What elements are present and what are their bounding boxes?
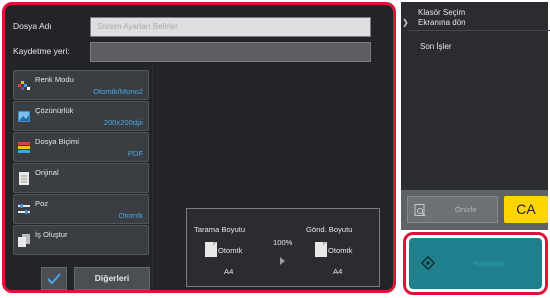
send-size-label: Gönd. Boyutu: [306, 225, 353, 234]
panel-divider: [152, 65, 153, 290]
file-format-button[interactable]: Dosya Biçimi PDF: [13, 132, 149, 162]
save-location-row: Kaydetme yeri:: [5, 38, 393, 64]
save-location-input[interactable]: [90, 42, 371, 62]
exposure-value: Otomtk: [118, 211, 143, 220]
arrow-right-icon: [280, 257, 285, 265]
job-build-label: İş Oluştur: [35, 230, 68, 239]
clear-all-button[interactable]: CA: [504, 196, 548, 223]
chevron-right-icon[interactable]: ❯: [402, 18, 409, 27]
file-format-label: Dosya Biçimi: [35, 137, 79, 146]
check-icon: [47, 273, 61, 285]
resolution-icon: [18, 111, 30, 122]
color-mode-value: Otomtk/Mono2: [93, 87, 143, 96]
settings-panel: Dosya Adı Sistem Ayarları Belirler Kayde…: [2, 2, 396, 293]
ratio-value: 100%: [273, 238, 293, 247]
folder-select-line1[interactable]: Klasör Seçim: [418, 8, 465, 17]
scan-screen: Dosya Adı Sistem Ayarları Belirler Kayde…: [0, 0, 550, 298]
file-format-value: PDF: [127, 149, 143, 158]
scan-size-label: Tarama Boyutu: [194, 225, 246, 234]
size-summary-box[interactable]: Tarama Boyutu Gönd. Boyutu Otomtk 100% O…: [186, 208, 380, 287]
exposure-icon: [18, 204, 30, 214]
file-name-input[interactable]: Sistem Ayarları Belirler: [90, 17, 371, 37]
send-paper-icon: [315, 242, 327, 257]
start-icon: [421, 256, 435, 270]
preview-button[interactable]: Önizle: [407, 196, 498, 223]
preview-label: Önizle: [455, 205, 477, 214]
folder-select-line2[interactable]: Ekranına dön: [418, 18, 466, 27]
color-mode-label: Renk Modu: [35, 75, 74, 84]
start-label: Başlama: [474, 259, 504, 268]
color-mode-button[interactable]: Renk Modu Otomtk/Mono2: [13, 70, 149, 100]
send-mode-value: Otomtk: [328, 246, 353, 255]
original-label: Orijinal: [35, 168, 59, 177]
save-location-label: Kaydetme yeri:: [13, 46, 70, 56]
others-button[interactable]: Diğerleri: [74, 267, 150, 290]
file-format-icon: [18, 142, 30, 153]
exposure-label: Poz: [35, 199, 49, 208]
preview-icon: [414, 204, 426, 217]
resolution-label: Çözünürlük: [35, 106, 74, 115]
folder-panel-divider: [409, 30, 550, 31]
scan-paper-size: A4: [224, 267, 234, 276]
send-paper-size: A4: [333, 267, 343, 276]
job-build-button[interactable]: İş Oluştur: [13, 225, 149, 255]
resolution-button[interactable]: Çözünürlük 200x200dpi: [13, 101, 149, 131]
start-button-frame: Başlama: [403, 232, 548, 295]
recent-jobs-link[interactable]: Son İşler: [420, 42, 452, 51]
job-build-icon: [18, 234, 30, 247]
original-icon: [19, 172, 29, 185]
original-button[interactable]: Orijinal: [13, 163, 149, 193]
resolution-value: 200x200dpi: [103, 118, 143, 127]
scan-paper-icon: [205, 242, 217, 257]
exposure-button[interactable]: Poz Otomtk: [13, 194, 149, 224]
scan-mode-value: Otomtk: [218, 246, 243, 255]
file-name-label: Dosya Adı: [13, 21, 52, 31]
file-name-row: Dosya Adı Sistem Ayarları Belirler: [5, 13, 393, 39]
color-mode-icon: [18, 81, 30, 90]
confirm-check-button[interactable]: [41, 267, 67, 290]
start-button[interactable]: Başlama: [409, 238, 542, 289]
